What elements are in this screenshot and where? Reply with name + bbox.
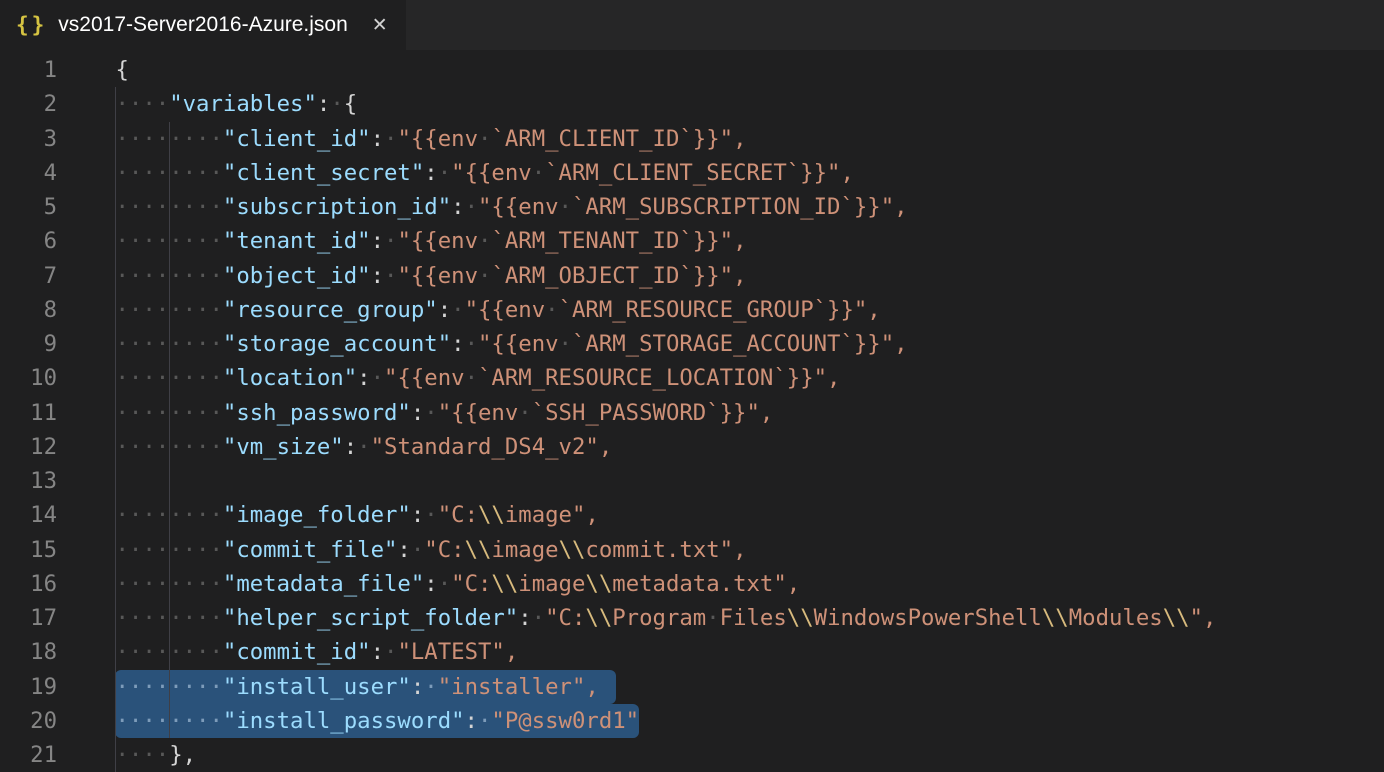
close-icon[interactable]: ✕ xyxy=(372,16,388,35)
line-number: 18 xyxy=(0,635,57,669)
line-number: 1 xyxy=(0,53,57,87)
vscode-window: {} vs2017-Server2016-Azure.json ✕ 1{2···… xyxy=(0,0,1384,772)
code-text: ········"commit_file":·"C:\\image\\commi… xyxy=(57,533,747,567)
tab-title: vs2017-Server2016-Azure.json xyxy=(58,13,348,37)
line-number: 10 xyxy=(0,361,57,395)
code-line[interactable]: 5········"subscription_id":·"{{env·`ARM_… xyxy=(0,190,1216,224)
code-line[interactable]: 21····}, xyxy=(0,738,1216,772)
code-text: ········"client_id":·"{{env·`ARM_CLIENT_… xyxy=(57,122,747,156)
code-text: ········"location":·"{{env·`ARM_RESOURCE… xyxy=(57,361,840,395)
line-number: 21 xyxy=(0,738,57,772)
line-number: 20 xyxy=(0,704,57,738)
line-number: 11 xyxy=(0,396,57,430)
line-number: 13 xyxy=(0,464,57,498)
line-number: 16 xyxy=(0,567,57,601)
line-number: 5 xyxy=(0,190,57,224)
json-braces-icon: {} xyxy=(16,13,47,37)
code-line[interactable]: 1{ xyxy=(0,53,1216,87)
code-text: ····}, xyxy=(57,738,196,772)
code-text: ····"variables":·{ xyxy=(57,87,357,121)
code-line[interactable]: 12········"vm_size":·"Standard_DS4_v2", xyxy=(0,430,1216,464)
code-line[interactable]: 20········"install_password":·"P@ssw0rd1… xyxy=(0,704,1216,738)
code-text: ········"metadata_file":·"C:\\image\\met… xyxy=(57,567,800,601)
code-text: { xyxy=(57,53,129,87)
line-number: 4 xyxy=(0,156,57,190)
code-line[interactable]: 4········"client_secret":·"{{env·`ARM_CL… xyxy=(0,156,1216,190)
line-number: 3 xyxy=(0,122,57,156)
code-text: ········"helper_script_folder":·"C:\\Pro… xyxy=(57,601,1216,635)
code-text: ········"vm_size":·"Standard_DS4_v2", xyxy=(57,430,612,464)
code-lines: 1{2····"variables":·{3········"client_id… xyxy=(0,53,1216,772)
code-line[interactable]: 8········"resource_group":·"{{env·`ARM_R… xyxy=(0,293,1216,327)
code-line[interactable]: 6········"tenant_id":·"{{env·`ARM_TENANT… xyxy=(0,224,1216,258)
code-text xyxy=(57,464,116,498)
code-text: ········"commit_id":·"LATEST", xyxy=(57,635,518,669)
code-line[interactable]: 18········"commit_id":·"LATEST", xyxy=(0,635,1216,669)
tab-bar: {} vs2017-Server2016-Azure.json ✕ xyxy=(0,0,1384,50)
code-text: ········"ssh_password":·"{{env·`SSH_PASS… xyxy=(57,396,773,430)
code-text: ········"storage_account":·"{{env·`ARM_S… xyxy=(57,327,908,361)
line-number: 8 xyxy=(0,293,57,327)
code-line[interactable]: 16········"metadata_file":·"C:\\image\\m… xyxy=(0,567,1216,601)
line-number: 9 xyxy=(0,327,57,361)
code-text: ········"image_folder":·"C:\\image", xyxy=(57,498,599,532)
line-number: 15 xyxy=(0,533,57,567)
code-line[interactable]: 13 xyxy=(0,464,1216,498)
code-text: ········"object_id":·"{{env·`ARM_OBJECT_… xyxy=(57,259,747,293)
line-number: 19 xyxy=(0,670,57,704)
code-editor[interactable]: 1{2····"variables":·{3········"client_id… xyxy=(0,50,1384,772)
code-text: ········"tenant_id":·"{{env·`ARM_TENANT_… xyxy=(57,224,747,258)
code-line[interactable]: 7········"object_id":·"{{env·`ARM_OBJECT… xyxy=(0,259,1216,293)
code-text: ········"subscription_id":·"{{env·`ARM_S… xyxy=(57,190,908,224)
tab-vs2017-server2016-azure-json[interactable]: {} vs2017-Server2016-Azure.json ✕ xyxy=(0,0,406,50)
code-line[interactable]: 17········"helper_script_folder":·"C:\\P… xyxy=(0,601,1216,635)
code-line[interactable]: 11········"ssh_password":·"{{env·`SSH_PA… xyxy=(0,396,1216,430)
line-number: 6 xyxy=(0,224,57,258)
line-number: 17 xyxy=(0,601,57,635)
code-line[interactable]: 14········"image_folder":·"C:\\image", xyxy=(0,498,1216,532)
code-line[interactable]: 10········"location":·"{{env·`ARM_RESOUR… xyxy=(0,361,1216,395)
code-line[interactable]: 9········"storage_account":·"{{env·`ARM_… xyxy=(0,327,1216,361)
code-text: ········"install_password":·"P@ssw0rd1" xyxy=(57,704,639,738)
line-number: 12 xyxy=(0,430,57,464)
line-number: 14 xyxy=(0,498,57,532)
code-line[interactable]: 2····"variables":·{ xyxy=(0,87,1216,121)
line-number: 7 xyxy=(0,259,57,293)
code-text: ········"resource_group":·"{{env·`ARM_RE… xyxy=(57,293,881,327)
code-line[interactable]: 19········"install_user":·"installer", xyxy=(0,670,1216,704)
code-text: ········"client_secret":·"{{env·`ARM_CLI… xyxy=(57,156,854,190)
code-line[interactable]: 15········"commit_file":·"C:\\image\\com… xyxy=(0,533,1216,567)
code-line[interactable]: 3········"client_id":·"{{env·`ARM_CLIENT… xyxy=(0,122,1216,156)
line-number: 2 xyxy=(0,87,57,121)
code-text: ········"install_user":·"installer", xyxy=(57,670,599,704)
